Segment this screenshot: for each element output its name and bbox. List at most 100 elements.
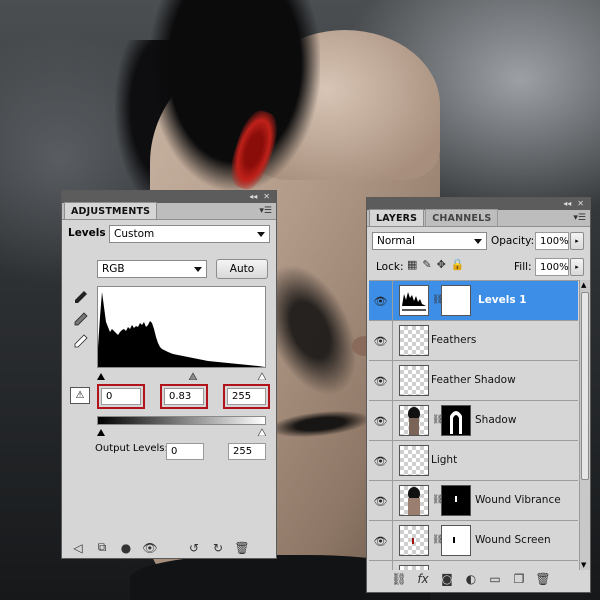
lock-icons: ▦ ✎ ✥ 🔒: [407, 258, 465, 271]
scroll-down-arrow[interactable]: ▼: [581, 561, 586, 569]
adjustments-tabbar: ADJUSTMENTS ▾☰: [62, 202, 276, 220]
input-gamma-value: 0.83: [169, 391, 192, 402]
chevron-down-icon: [257, 232, 265, 237]
layer-name: Shadow: [475, 414, 517, 426]
opacity-value: 100%: [540, 235, 569, 247]
white-eyedropper-icon[interactable]: [72, 332, 90, 350]
input-levels-slider[interactable]: [97, 370, 267, 381]
layer-name: Light: [431, 454, 458, 466]
back-arrow-icon[interactable]: ◁: [66, 541, 90, 555]
layer-name: Feathers: [431, 334, 477, 346]
collapse-icon[interactable]: ◂◂: [563, 200, 571, 208]
lock-brush-icon[interactable]: ✎: [422, 258, 431, 271]
input-white-field[interactable]: 255: [227, 388, 266, 405]
expand-view-icon[interactable]: ⧉: [90, 540, 114, 555]
layers-scrollbar[interactable]: ▲ ▼: [579, 280, 590, 570]
preset-dropdown[interactable]: Custom: [109, 225, 270, 243]
tab-layers[interactable]: LAYERS: [369, 209, 425, 226]
adjustment-layer-icon[interactable]: ◐: [459, 572, 483, 586]
opacity-field[interactable]: 100%: [535, 232, 569, 250]
output-white-value: 255: [233, 446, 253, 457]
layer-thumbnail: [399, 565, 429, 570]
fill-arrow-button[interactable]: ▸: [570, 258, 584, 276]
layer-list: 👁 ⛓ Levels 1 👁 Feathers 👁 Feather Shadow…: [369, 280, 590, 570]
scroll-up-arrow[interactable]: ▲: [581, 281, 586, 289]
new-layer-icon[interactable]: ❐: [507, 572, 531, 586]
input-gamma-field[interactable]: 0.83: [164, 388, 204, 405]
input-white-value: 255: [232, 391, 252, 402]
opacity-arrow-button[interactable]: ▸: [570, 232, 584, 250]
chevron-down-icon: [474, 239, 482, 244]
output-white-field[interactable]: 255: [228, 443, 266, 460]
layer-thumbnail: [399, 525, 429, 556]
close-icon[interactable]: ✕: [577, 200, 584, 208]
reset-icon[interactable]: ↻: [206, 541, 230, 555]
layer-name: Feather Shadow: [431, 374, 516, 386]
tab-adjustments[interactable]: ADJUSTMENTS: [64, 202, 158, 219]
visibility-eye-icon[interactable]: 👁: [369, 481, 393, 521]
black-eyedropper-icon[interactable]: [72, 288, 90, 306]
output-black-field[interactable]: 0: [166, 443, 204, 460]
scroll-thumb[interactable]: [581, 292, 589, 480]
white-point-handle: [257, 372, 267, 381]
layer-row[interactable]: 👁 Feather Shadow: [369, 361, 578, 401]
panel-menu-icon[interactable]: ▾☰: [573, 213, 586, 223]
view-previous-icon[interactable]: ↺: [182, 541, 206, 555]
lock-label: Lock:: [376, 261, 404, 273]
layer-row[interactable]: 👁 ⛓ Levels 1: [369, 281, 578, 321]
layer-row[interactable]: 👁 ⛓ Wound Vibrance: [369, 481, 578, 521]
output-levels-slider[interactable]: [97, 426, 267, 437]
layer-thumbnail: [399, 405, 429, 436]
output-black-value: 0: [171, 446, 178, 457]
add-mask-icon[interactable]: ◙: [435, 572, 459, 586]
blend-mode-value: Normal: [377, 235, 415, 247]
visibility-eye-icon[interactable]: 👁: [369, 281, 393, 321]
input-black-value: 0: [106, 391, 113, 402]
blend-mode-dropdown[interactable]: Normal: [372, 232, 487, 250]
visibility-eye-icon[interactable]: 👁: [369, 441, 393, 481]
channel-dropdown[interactable]: RGB: [97, 260, 207, 278]
gray-eyedropper-icon[interactable]: [72, 310, 90, 328]
layers-panel: ◂◂ ✕ LAYERS CHANNELS ▾☰ Normal Opacity: …: [366, 197, 591, 593]
layer-row[interactable]: [369, 561, 578, 570]
panel-menu-icon[interactable]: ▾☰: [259, 206, 272, 216]
close-icon[interactable]: ✕: [263, 193, 270, 201]
visibility-eye-icon[interactable]: 👁: [138, 541, 162, 555]
layer-row[interactable]: 👁 ⛓ Shadow: [369, 401, 578, 441]
visibility-eye-icon[interactable]: [369, 561, 393, 570]
layer-mask-thumbnail[interactable]: [441, 485, 471, 516]
layer-mask-thumbnail[interactable]: [441, 525, 471, 556]
visibility-eye-icon[interactable]: 👁: [369, 321, 393, 361]
lock-transparency-icon[interactable]: ▦: [407, 258, 417, 271]
new-group-icon[interactable]: ▭: [483, 572, 507, 586]
adjustments-panel: ◂◂ ✕ ADJUSTMENTS ▾☰ Levels Custom RGB Au…: [61, 190, 277, 559]
link-layers-icon[interactable]: ⛓: [387, 572, 411, 586]
collapse-icon[interactable]: ◂◂: [249, 193, 257, 201]
lock-move-icon[interactable]: ✥: [437, 258, 446, 271]
clipping-icon[interactable]: ⚠: [70, 387, 90, 404]
visibility-eye-icon[interactable]: 👁: [369, 521, 393, 561]
layer-row[interactable]: 👁 Feathers: [369, 321, 578, 361]
output-levels-label: Output Levels:: [95, 443, 168, 454]
layer-mask-thumbnail[interactable]: [441, 285, 471, 316]
auto-button[interactable]: Auto: [216, 259, 268, 279]
clip-layer-icon[interactable]: ●: [114, 541, 138, 555]
tab-channels[interactable]: CHANNELS: [425, 209, 499, 226]
layer-row[interactable]: 👁 ⛓ Wound Screen: [369, 521, 578, 561]
visibility-eye-icon[interactable]: 👁: [369, 401, 393, 441]
lock-all-icon[interactable]: 🔒: [451, 258, 465, 271]
layer-row[interactable]: 👁 Light: [369, 441, 578, 481]
fill-value: 100%: [540, 261, 569, 273]
trash-icon[interactable]: 🗑: [230, 541, 254, 555]
layer-thumbnail: [399, 325, 429, 356]
chevron-down-icon: [194, 267, 202, 272]
opacity-label: Opacity:: [491, 235, 535, 247]
trash-icon[interactable]: 🗑: [531, 572, 555, 586]
fill-field[interactable]: 100%: [535, 258, 569, 276]
layer-style-icon[interactable]: fx: [411, 572, 435, 586]
visibility-eye-icon[interactable]: 👁: [369, 361, 393, 401]
layer-mask-thumbnail[interactable]: [441, 405, 471, 436]
output-gradient: [97, 416, 266, 425]
input-black-field[interactable]: 0: [101, 388, 141, 405]
auto-label: Auto: [229, 263, 255, 275]
